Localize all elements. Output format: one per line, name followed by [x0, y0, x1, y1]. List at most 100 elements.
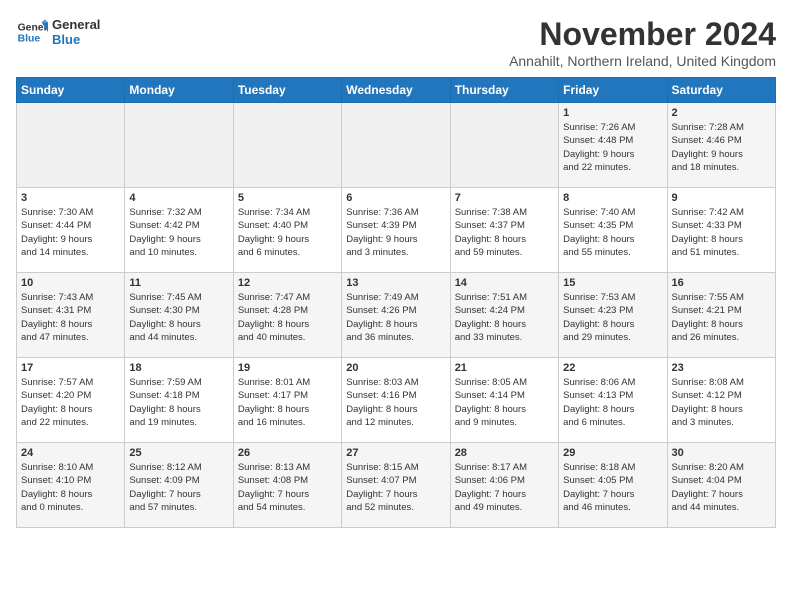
day-cell: 5 Sunrise: 7:34 AM Sunset: 4:40 PM Daylig… — [233, 188, 341, 273]
header-wednesday: Wednesday — [342, 78, 450, 103]
header-friday: Friday — [559, 78, 667, 103]
day-cell: 2 Sunrise: 7:28 AM Sunset: 4:46 PM Daylig… — [667, 103, 775, 188]
day-number: 16 — [672, 277, 771, 289]
day-cell: 30Sunrise: 8:20 AM Sunset: 4:04 PM Dayli… — [667, 443, 775, 528]
day-number: 27 — [346, 447, 445, 459]
day-number: 20 — [346, 362, 445, 374]
day-info: Sunrise: 8:20 AM Sunset: 4:04 PM Dayligh… — [672, 461, 771, 514]
day-cell: 12 Sunrise: 7:47 AM Sunset: 4:28 PM Dayli… — [233, 273, 341, 358]
day-cell — [233, 103, 341, 188]
day-number: 8 — [563, 192, 662, 204]
day-number: 22 — [563, 362, 662, 374]
day-number: 1 — [563, 107, 662, 119]
header-tuesday: Tuesday — [233, 78, 341, 103]
header-thursday: Thursday — [450, 78, 558, 103]
day-number: 9 — [672, 192, 771, 204]
day-number: 15 — [563, 277, 662, 289]
location-subtitle: Annahilt, Northern Ireland, United Kingd… — [509, 53, 776, 69]
day-cell: 25 Sunrise: 8:12 AM Sunset: 4:09 PM Dayli… — [125, 443, 233, 528]
calendar-table: Sunday Monday Tuesday Wednesday Thursday… — [16, 77, 776, 528]
day-info: Sunrise: 7:55 AM Sunset: 4:21 PM Dayligh… — [672, 291, 771, 344]
day-cell — [17, 103, 125, 188]
day-cell: 23 Sunrise: 8:08 AM Sunset: 4:12 PM Dayli… — [667, 358, 775, 443]
day-info: Sunrise: 7:30 AM Sunset: 4:44 PM Dayligh… — [21, 206, 120, 259]
day-cell: 1 Sunrise: 7:26 AM Sunset: 4:48 PM Daylig… — [559, 103, 667, 188]
day-cell: 29 Sunrise: 8:18 AM Sunset: 4:05 PM Dayli… — [559, 443, 667, 528]
day-info: Sunrise: 8:01 AM Sunset: 4:17 PM Dayligh… — [238, 376, 337, 429]
day-info: Sunrise: 7:26 AM Sunset: 4:48 PM Dayligh… — [563, 121, 662, 174]
day-cell: 18 Sunrise: 7:59 AM Sunset: 4:18 PM Dayli… — [125, 358, 233, 443]
day-info: Sunrise: 7:32 AM Sunset: 4:42 PM Dayligh… — [129, 206, 228, 259]
day-number: 25 — [129, 447, 228, 459]
day-info: Sunrise: 7:59 AM Sunset: 4:18 PM Dayligh… — [129, 376, 228, 429]
day-number: 29 — [563, 447, 662, 459]
header: General Blue General Blue November 2024 … — [16, 16, 776, 69]
day-cell — [342, 103, 450, 188]
day-cell: 3 Sunrise: 7:30 AM Sunset: 4:44 PM Daylig… — [17, 188, 125, 273]
day-cell: 8Sunrise: 7:40 AM Sunset: 4:35 PM Daylig… — [559, 188, 667, 273]
week-row-0: 1 Sunrise: 7:26 AM Sunset: 4:48 PM Daylig… — [17, 103, 776, 188]
day-cell: 14Sunrise: 7:51 AM Sunset: 4:24 PM Dayli… — [450, 273, 558, 358]
day-number: 23 — [672, 362, 771, 374]
day-cell: 4 Sunrise: 7:32 AM Sunset: 4:42 PM Daylig… — [125, 188, 233, 273]
week-row-3: 17Sunrise: 7:57 AM Sunset: 4:20 PM Dayli… — [17, 358, 776, 443]
day-cell — [450, 103, 558, 188]
header-row: Sunday Monday Tuesday Wednesday Thursday… — [17, 78, 776, 103]
day-cell: 28Sunrise: 8:17 AM Sunset: 4:06 PM Dayli… — [450, 443, 558, 528]
day-number: 28 — [455, 447, 554, 459]
day-info: Sunrise: 7:34 AM Sunset: 4:40 PM Dayligh… — [238, 206, 337, 259]
day-number: 2 — [672, 107, 771, 119]
day-cell: 21Sunrise: 8:05 AM Sunset: 4:14 PM Dayli… — [450, 358, 558, 443]
day-number: 11 — [129, 277, 228, 289]
day-cell: 15 Sunrise: 7:53 AM Sunset: 4:23 PM Dayli… — [559, 273, 667, 358]
month-title: November 2024 — [509, 16, 776, 53]
day-number: 12 — [238, 277, 337, 289]
day-info: Sunrise: 7:45 AM Sunset: 4:30 PM Dayligh… — [129, 291, 228, 344]
logo: General Blue General Blue — [16, 16, 100, 48]
header-saturday: Saturday — [667, 78, 775, 103]
day-number: 18 — [129, 362, 228, 374]
header-monday: Monday — [125, 78, 233, 103]
day-number: 4 — [129, 192, 228, 204]
day-cell: 22 Sunrise: 8:06 AM Sunset: 4:13 PM Dayli… — [559, 358, 667, 443]
title-block: November 2024 Annahilt, Northern Ireland… — [509, 16, 776, 69]
day-cell: 24Sunrise: 8:10 AM Sunset: 4:10 PM Dayli… — [17, 443, 125, 528]
svg-text:Blue: Blue — [18, 34, 41, 45]
week-row-2: 10 Sunrise: 7:43 AM Sunset: 4:31 PM Dayli… — [17, 273, 776, 358]
day-info: Sunrise: 7:53 AM Sunset: 4:23 PM Dayligh… — [563, 291, 662, 344]
day-cell: 20 Sunrise: 8:03 AM Sunset: 4:16 PM Dayli… — [342, 358, 450, 443]
day-cell: 16 Sunrise: 7:55 AM Sunset: 4:21 PM Dayli… — [667, 273, 775, 358]
logo-blue: Blue — [52, 32, 100, 47]
day-info: Sunrise: 8:13 AM Sunset: 4:08 PM Dayligh… — [238, 461, 337, 514]
day-info: Sunrise: 7:36 AM Sunset: 4:39 PM Dayligh… — [346, 206, 445, 259]
day-number: 5 — [238, 192, 337, 204]
day-cell: 6Sunrise: 7:36 AM Sunset: 4:39 PM Daylig… — [342, 188, 450, 273]
day-cell: 27 Sunrise: 8:15 AM Sunset: 4:07 PM Dayli… — [342, 443, 450, 528]
header-sunday: Sunday — [17, 78, 125, 103]
week-row-1: 3 Sunrise: 7:30 AM Sunset: 4:44 PM Daylig… — [17, 188, 776, 273]
day-number: 7 — [455, 192, 554, 204]
day-info: Sunrise: 7:43 AM Sunset: 4:31 PM Dayligh… — [21, 291, 120, 344]
day-info: Sunrise: 7:51 AM Sunset: 4:24 PM Dayligh… — [455, 291, 554, 344]
day-info: Sunrise: 8:12 AM Sunset: 4:09 PM Dayligh… — [129, 461, 228, 514]
logo-icon: General Blue — [16, 16, 48, 48]
day-info: Sunrise: 7:42 AM Sunset: 4:33 PM Dayligh… — [672, 206, 771, 259]
day-number: 10 — [21, 277, 120, 289]
day-info: Sunrise: 8:06 AM Sunset: 4:13 PM Dayligh… — [563, 376, 662, 429]
week-row-4: 24Sunrise: 8:10 AM Sunset: 4:10 PM Dayli… — [17, 443, 776, 528]
day-info: Sunrise: 7:28 AM Sunset: 4:46 PM Dayligh… — [672, 121, 771, 174]
day-info: Sunrise: 8:08 AM Sunset: 4:12 PM Dayligh… — [672, 376, 771, 429]
day-number: 3 — [21, 192, 120, 204]
day-info: Sunrise: 7:57 AM Sunset: 4:20 PM Dayligh… — [21, 376, 120, 429]
day-cell: 10 Sunrise: 7:43 AM Sunset: 4:31 PM Dayli… — [17, 273, 125, 358]
day-cell — [125, 103, 233, 188]
day-info: Sunrise: 8:03 AM Sunset: 4:16 PM Dayligh… — [346, 376, 445, 429]
day-cell: 9 Sunrise: 7:42 AM Sunset: 4:33 PM Daylig… — [667, 188, 775, 273]
logo-general: General — [52, 17, 100, 32]
day-number: 26 — [238, 447, 337, 459]
day-info: Sunrise: 8:15 AM Sunset: 4:07 PM Dayligh… — [346, 461, 445, 514]
day-cell: 19Sunrise: 8:01 AM Sunset: 4:17 PM Dayli… — [233, 358, 341, 443]
day-cell: 7Sunrise: 7:38 AM Sunset: 4:37 PM Daylig… — [450, 188, 558, 273]
day-info: Sunrise: 7:47 AM Sunset: 4:28 PM Dayligh… — [238, 291, 337, 344]
day-info: Sunrise: 8:18 AM Sunset: 4:05 PM Dayligh… — [563, 461, 662, 514]
